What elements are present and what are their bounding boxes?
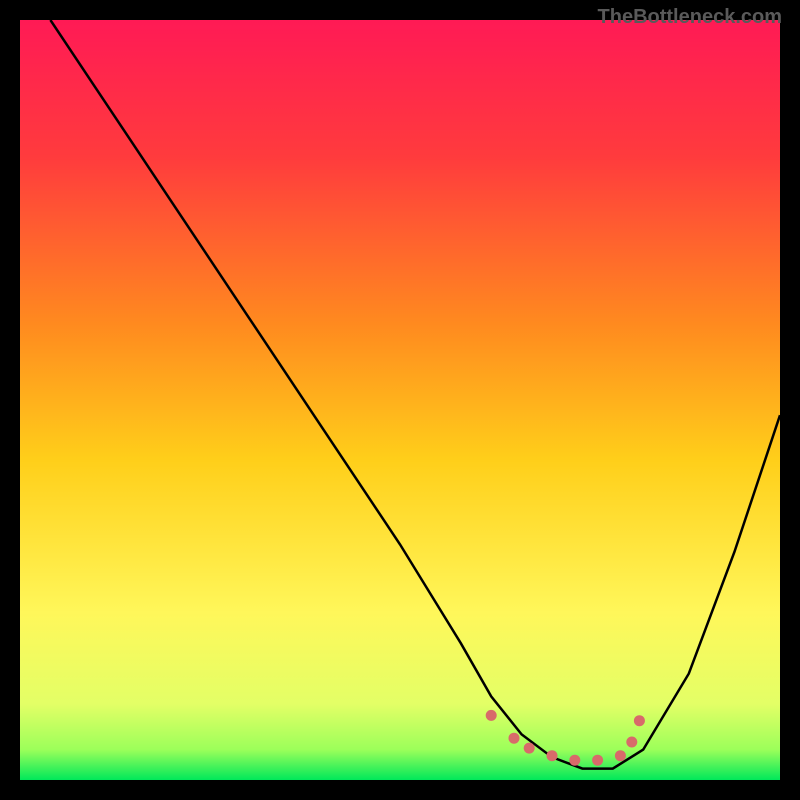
marker-dot [634, 715, 645, 726]
marker-dot [486, 710, 497, 721]
marker-dot [615, 750, 626, 761]
marker-dot [592, 755, 603, 766]
marker-dot [509, 733, 520, 744]
plot-area [20, 20, 780, 780]
optimal-zone-markers [486, 710, 645, 766]
marker-dot [626, 737, 637, 748]
marker-dot [524, 743, 535, 754]
markers-layer [20, 20, 780, 780]
marker-dot [569, 755, 580, 766]
marker-dot [547, 750, 558, 761]
watermark-text: TheBottleneck.com [598, 6, 782, 29]
